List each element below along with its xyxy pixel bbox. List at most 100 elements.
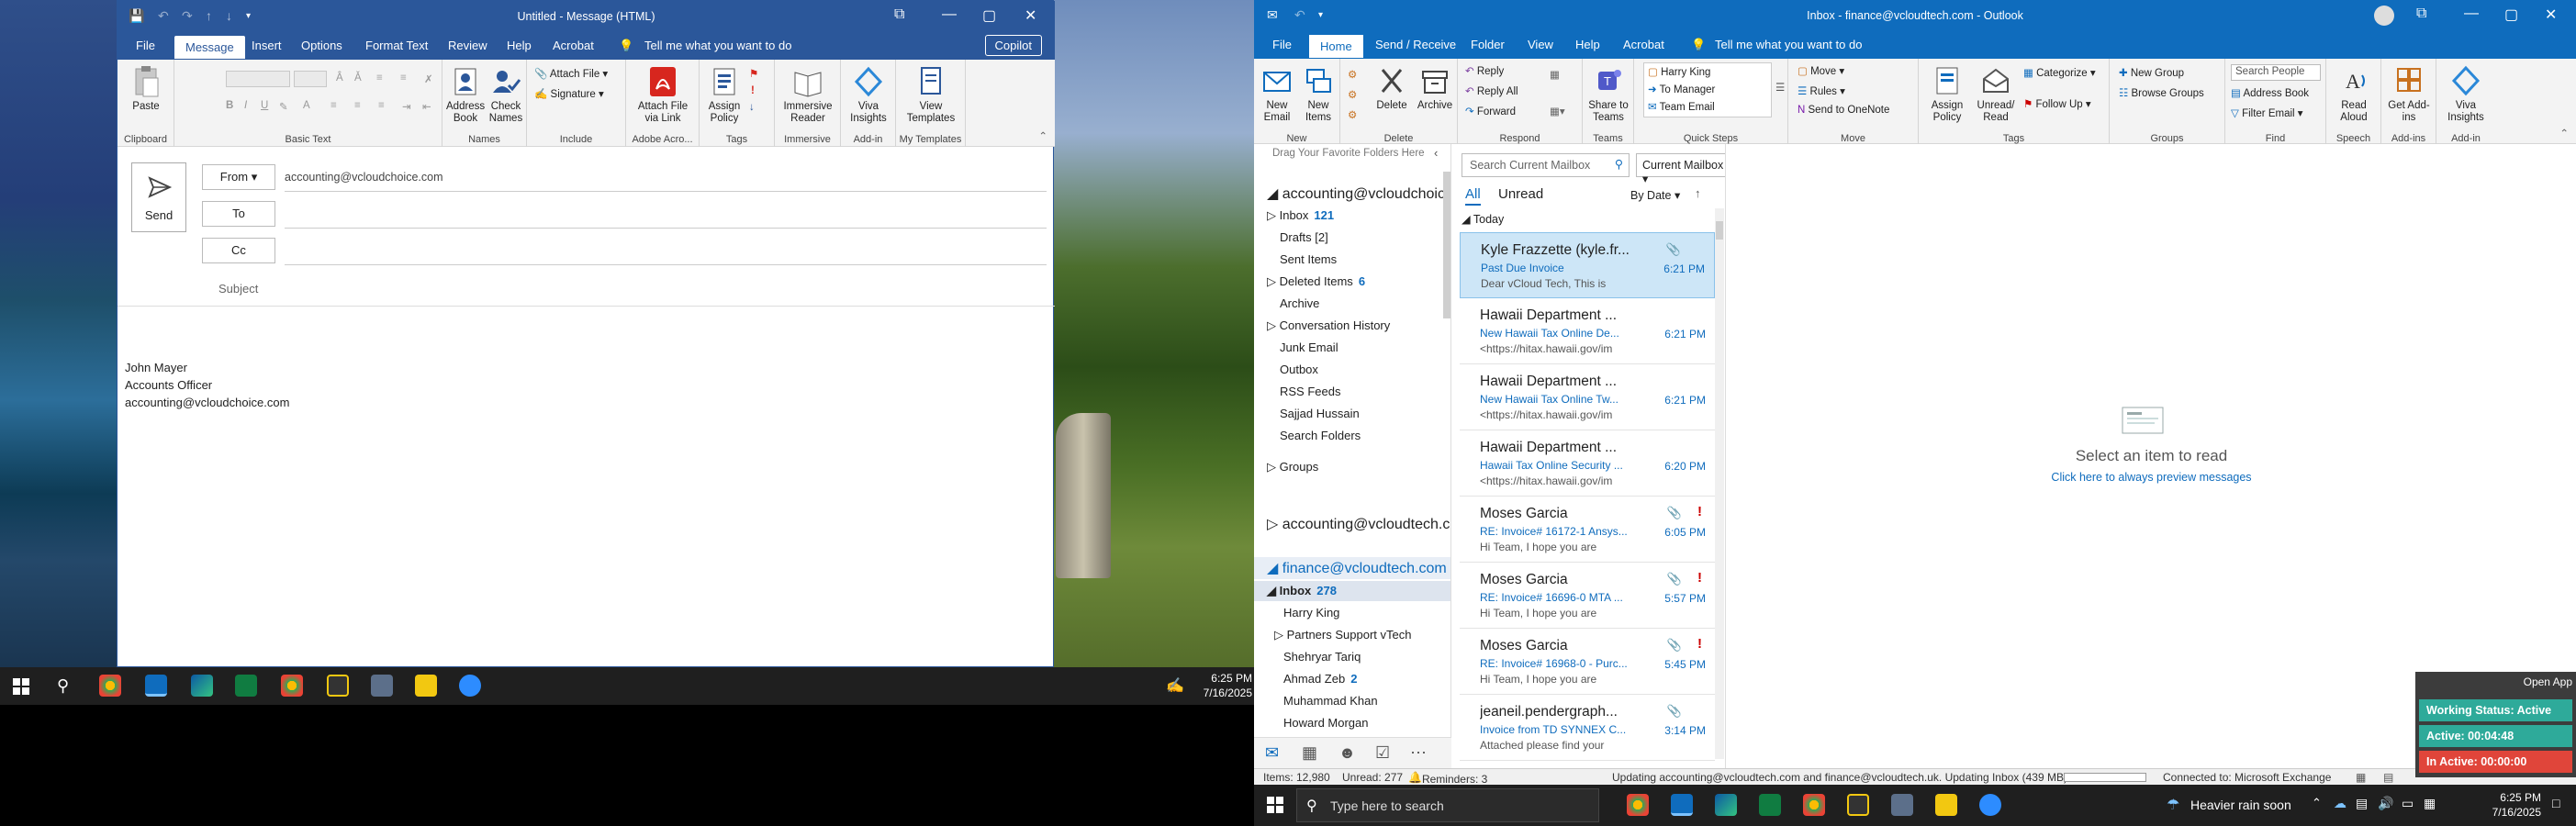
- tab-home[interactable]: Home: [1309, 35, 1363, 58]
- cleanup-icon[interactable]: ⚙: [1348, 88, 1357, 101]
- font-size-select[interactable]: [294, 71, 327, 87]
- folder-shehryar[interactable]: Shehryar Tariq: [1283, 650, 1361, 664]
- tab-folder[interactable]: Folder: [1471, 38, 1505, 51]
- zoom-icon[interactable]: [459, 675, 481, 697]
- tab-file[interactable]: File: [1272, 38, 1292, 51]
- message-item[interactable]: Moses Garcia RE: Invoice# 16172-1 Ansys..…: [1460, 497, 1715, 563]
- open-app-button[interactable]: Open App: [2415, 675, 2572, 688]
- folder-inbox[interactable]: ▷ Inbox 121: [1267, 208, 1334, 223]
- new-items-button[interactable]: New Items: [1298, 64, 1338, 124]
- junk-icon[interactable]: ⚙: [1348, 108, 1357, 121]
- more-apps-icon[interactable]: ⋯: [1410, 743, 1427, 763]
- quick-steps-more-icon[interactable]: ☰: [1775, 81, 1785, 94]
- read-aloud-button[interactable]: A Read Aloud: [2330, 64, 2378, 124]
- folder-finance-inbox[interactable]: ◢ Inbox 278: [1267, 584, 1337, 598]
- view-templates-button[interactable]: View Templates: [900, 65, 962, 125]
- delete-button[interactable]: Delete: [1372, 64, 1412, 112]
- quick-step-harry-king[interactable]: ▢ Harry King: [1648, 65, 1710, 78]
- message-item[interactable]: Kyle Frazzette (kyle.fr... Past Due Invoi…: [1460, 232, 1715, 298]
- excel-icon[interactable]: [1759, 794, 1781, 816]
- folder-outbox[interactable]: Outbox: [1280, 363, 1318, 376]
- sort-direction-icon[interactable]: ↑: [1695, 186, 1701, 200]
- rules-button[interactable]: ☰ Rules ▾: [1798, 84, 1845, 97]
- tab-options[interactable]: Options: [301, 39, 342, 52]
- maximize-icon[interactable]: ▢: [982, 6, 996, 25]
- font-color-icon[interactable]: A: [303, 100, 310, 111]
- follow-up-flag-icon[interactable]: ⚑: [749, 67, 758, 80]
- folder-junk[interactable]: Junk Email: [1280, 340, 1338, 354]
- move-button[interactable]: ▢ Move ▾: [1798, 64, 1844, 77]
- chrome-profile-icon[interactable]: [1803, 794, 1825, 816]
- new-group-button[interactable]: ✚ New Group: [2119, 66, 2184, 79]
- folder-harry-king[interactable]: Harry King: [1283, 606, 1339, 620]
- edge-icon[interactable]: [1715, 794, 1737, 816]
- clear-format-icon[interactable]: ✗: [424, 73, 433, 85]
- italic-icon[interactable]: I: [244, 100, 247, 111]
- calculator-icon[interactable]: [371, 675, 393, 697]
- tab-acrobat[interactable]: Acrobat: [553, 39, 594, 52]
- from-button[interactable]: From ▾: [202, 164, 275, 190]
- align-right-icon[interactable]: ≡: [378, 100, 385, 111]
- message-item[interactable]: Hawaii Department ... Hawaii Tax Online S…: [1460, 430, 1715, 497]
- folder-archive[interactable]: Archive: [1280, 296, 1319, 310]
- filter-unread-tab[interactable]: Unread: [1498, 186, 1543, 202]
- tab-help[interactable]: Help: [1575, 38, 1600, 51]
- folder-sent[interactable]: Sent Items: [1280, 252, 1337, 266]
- message-item[interactable]: jeaneil.pendergraph... Invoice from TD SY…: [1460, 695, 1715, 761]
- right-clock[interactable]: 6:25 PM 7/16/2025: [2475, 790, 2541, 820]
- people-icon[interactable]: ☻: [1338, 743, 1356, 763]
- excel-icon[interactable]: [235, 675, 257, 697]
- tab-insert[interactable]: Insert: [252, 39, 282, 52]
- send-button[interactable]: Send: [131, 162, 186, 232]
- follow-up-button[interactable]: ⚑ Follow Up ▾: [2023, 97, 2091, 110]
- indent-icon[interactable]: ⇥: [402, 100, 411, 113]
- bullets-icon[interactable]: ≡: [376, 73, 383, 84]
- archive-button[interactable]: Archive: [1414, 64, 1456, 112]
- zoom-icon[interactable]: [1979, 794, 2001, 816]
- minimize-icon[interactable]: —: [942, 6, 957, 23]
- account-accounting-vcloudchoice[interactable]: ◢ accounting@vcloudchoic...: [1267, 184, 1450, 203]
- tasks-icon[interactable]: ☑: [1375, 743, 1390, 763]
- sort-by-date[interactable]: By Date ▾: [1630, 188, 1680, 202]
- folder-partners-support[interactable]: ▷ Partners Support vTech: [1274, 628, 1411, 642]
- volume-icon[interactable]: 🔊: [2378, 796, 2393, 811]
- tab-view[interactable]: View: [1528, 38, 1553, 51]
- new-email-button[interactable]: New Email: [1258, 64, 1296, 124]
- numbering-icon[interactable]: ≡: [400, 73, 407, 84]
- weather-icon[interactable]: ☂: [2167, 796, 2179, 814]
- calendar-icon[interactable]: ▦: [1302, 743, 1317, 763]
- high-importance-icon[interactable]: !: [751, 85, 755, 96]
- quick-step-team-email[interactable]: ✉ Team Email: [1648, 100, 1715, 113]
- chrome-icon[interactable]: [99, 675, 121, 697]
- collapse-ribbon-icon[interactable]: ⌃: [1038, 129, 1047, 142]
- unread-read-button[interactable]: Unread/ Read: [1972, 64, 2020, 124]
- forward-button[interactable]: ↷ Forward: [1465, 105, 1516, 117]
- reply-all-button[interactable]: ↶ Reply All: [1465, 84, 1518, 97]
- assign-policy-button[interactable]: Assign Policy: [1922, 64, 1972, 124]
- align-center-icon[interactable]: ≡: [354, 100, 361, 111]
- categorize-button[interactable]: ▦ Categorize ▾: [2023, 66, 2096, 79]
- address-book-button[interactable]: Address Book: [446, 65, 485, 125]
- chrome-profile-icon[interactable]: [281, 675, 303, 697]
- cc-input[interactable]: [285, 238, 1047, 263]
- folder-conversation-history[interactable]: ▷ Conversation History: [1267, 318, 1390, 333]
- tray-overflow-icon[interactable]: ⌃: [2312, 796, 2322, 810]
- group-header-today[interactable]: ◢ Today: [1462, 212, 1504, 226]
- tab-help[interactable]: Help: [507, 39, 532, 52]
- paste-button[interactable]: Paste: [123, 65, 169, 113]
- tab-message[interactable]: Message: [174, 36, 245, 59]
- account-finance[interactable]: ◢ finance@vcloudtech.com: [1267, 559, 1447, 577]
- message-item[interactable]: Hawaii Department ... New Hawaii Tax Onli…: [1460, 298, 1715, 364]
- app-icon[interactable]: [1847, 794, 1869, 816]
- quick-step-to-manager[interactable]: ➜ To Manager: [1648, 83, 1715, 95]
- maximize-icon[interactable]: ▢: [2504, 6, 2518, 24]
- to-button[interactable]: To: [202, 201, 275, 227]
- reading-view-icon[interactable]: ▤: [2383, 771, 2393, 784]
- battery-icon[interactable]: ▭: [2402, 796, 2414, 811]
- shrink-font-icon[interactable]: Ǎ: [354, 73, 362, 84]
- folder-sajjad[interactable]: Sajjad Hussain: [1280, 407, 1360, 420]
- highlight-icon[interactable]: ✎: [279, 100, 288, 113]
- notifications-icon[interactable]: □: [2552, 796, 2559, 810]
- search-icon[interactable]: ⚲: [57, 676, 69, 696]
- file-explorer-icon[interactable]: [415, 675, 437, 697]
